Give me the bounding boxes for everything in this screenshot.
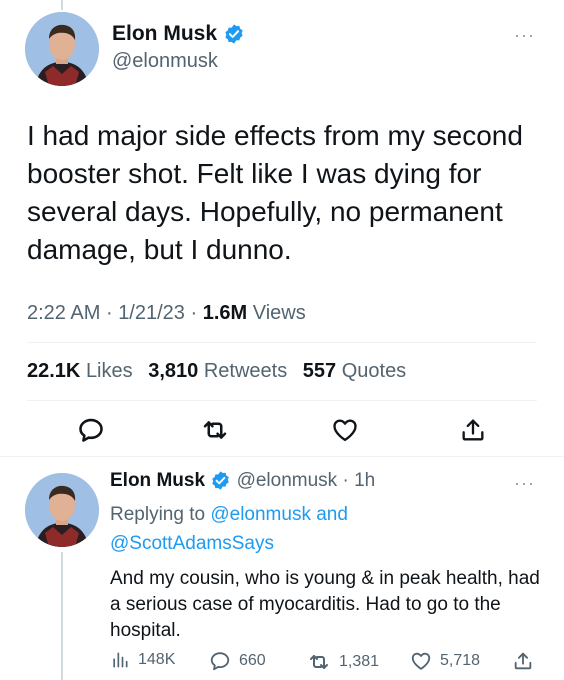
reply-icon xyxy=(210,652,230,671)
meta-dot: · xyxy=(190,302,198,324)
likes-stat[interactable]: 22.1K Likes xyxy=(27,360,133,382)
thread-line xyxy=(61,0,63,10)
views-count: 1.6M xyxy=(202,302,248,324)
verified-badge-icon xyxy=(225,24,243,45)
views-icon xyxy=(113,652,128,668)
like-icon xyxy=(411,652,431,670)
verified-badge-icon xyxy=(212,471,230,491)
tweet-text: I had major side effects from my second … xyxy=(27,120,523,265)
tweet-age[interactable]: 1h xyxy=(354,470,375,491)
reply-button[interactable]: 660 xyxy=(209,650,266,672)
retweet-icon xyxy=(310,655,328,669)
share-button[interactable] xyxy=(512,650,542,672)
mention-link[interactable]: @ScottAdamsSays xyxy=(110,533,274,554)
thread-line xyxy=(61,552,63,680)
retweet-count: 1,381 xyxy=(339,653,380,670)
views-label: Views xyxy=(252,302,306,324)
retweets-stat[interactable]: 3,810 Retweets xyxy=(148,360,287,382)
mention-link[interactable]: @elonmusk xyxy=(210,504,311,525)
author-handle[interactable]: @elonmusk xyxy=(237,470,338,491)
replying-to: Replying to @elonmusk and @ScottAdamsSay… xyxy=(110,504,348,554)
like-button[interactable]: 5,718 xyxy=(410,650,480,672)
divider xyxy=(27,342,537,343)
retweet-button[interactable]: 1,381 xyxy=(307,650,379,674)
author-name[interactable]: Elon Musk xyxy=(110,470,205,491)
more-icon[interactable]: ··· xyxy=(514,26,535,44)
quotes-stat[interactable]: 557 Quotes xyxy=(303,360,406,382)
reply-count: 660 xyxy=(239,652,266,669)
avatar[interactable] xyxy=(25,12,99,86)
retweet-button[interactable] xyxy=(200,415,230,445)
tweet-stats: 22.1K Likes 3,810 Retweets 557 Quotes xyxy=(27,360,416,383)
author-name[interactable]: Elon Musk xyxy=(112,22,245,46)
reply-icon xyxy=(79,418,103,442)
like-count: 5,718 xyxy=(440,652,481,669)
more-icon[interactable]: ··· xyxy=(514,474,535,492)
reply-header: Elon Musk @elonmusk · 1h xyxy=(110,470,375,492)
tweet-date[interactable]: 1/21/23 xyxy=(118,302,185,324)
divider xyxy=(0,456,564,457)
like-icon xyxy=(333,419,357,442)
divider xyxy=(27,400,537,401)
avatar[interactable] xyxy=(25,473,99,547)
tweet-text: And my cousin, who is young & in peak he… xyxy=(110,568,540,641)
views-count: 148K xyxy=(138,651,176,668)
share-button[interactable] xyxy=(458,415,488,445)
share-icon xyxy=(462,419,484,441)
retweet-icon xyxy=(203,421,227,439)
author-handle[interactable]: @elonmusk xyxy=(112,50,218,73)
meta-dot: · xyxy=(337,470,355,491)
views-button[interactable]: 148K xyxy=(110,650,175,670)
like-button[interactable] xyxy=(330,415,360,445)
meta-dot: · xyxy=(105,302,113,324)
reply-button[interactable] xyxy=(76,415,106,445)
share-icon xyxy=(514,652,532,670)
tweet-time[interactable]: 2:22 AM xyxy=(27,302,100,324)
tweet-meta: 2:22 AM · 1/21/23 · 1.6M Views xyxy=(27,302,306,325)
